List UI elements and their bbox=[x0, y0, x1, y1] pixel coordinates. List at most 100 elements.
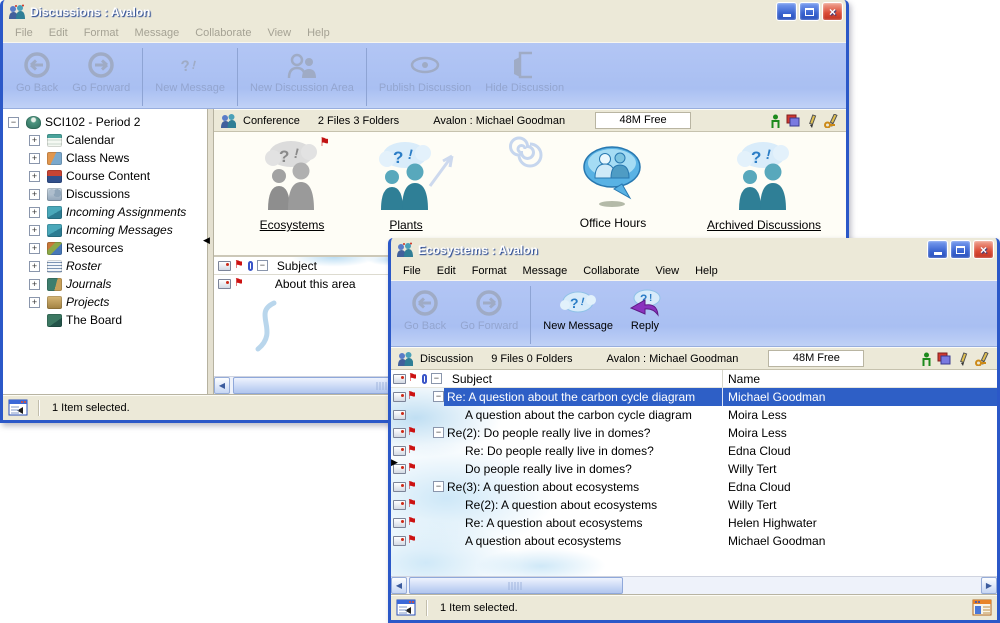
icon-ecosystems[interactable]: ?! ⚑ Ecosystems bbox=[228, 138, 356, 232]
menu-view[interactable]: View bbox=[647, 263, 687, 279]
collapse-pane-arrow[interactable]: ▶ bbox=[391, 457, 398, 468]
titlebar[interactable]: Discussions : Avalon × bbox=[3, 0, 846, 23]
sidebar-item-resources[interactable]: +Resources bbox=[3, 239, 207, 257]
icon-office-hours[interactable]: Office Hours bbox=[540, 142, 686, 230]
view-options-button[interactable] bbox=[972, 599, 992, 616]
column-headers[interactable]: ⚑ − Subject Name bbox=[391, 370, 997, 388]
expand-icon[interactable]: + bbox=[29, 279, 40, 290]
pane-layout-button[interactable] bbox=[8, 399, 28, 416]
horizontal-scrollbar[interactable]: ◀ ▶ bbox=[391, 576, 997, 594]
collapse-icon[interactable]: − bbox=[433, 391, 444, 402]
pane-layout-button[interactable] bbox=[396, 599, 416, 616]
message-row[interactable]: ⚑ A question about ecosystems Michael Go… bbox=[391, 532, 997, 550]
new-message-button[interactable]: ?! New Message bbox=[536, 284, 620, 346]
expand-icon[interactable]: + bbox=[29, 171, 40, 182]
reply-button[interactable]: ?! Reply bbox=[620, 284, 670, 346]
collapse-pane-arrow[interactable]: ◀ bbox=[203, 235, 210, 246]
collapse-icon[interactable]: − bbox=[257, 260, 268, 271]
minimize-button[interactable] bbox=[776, 2, 797, 21]
sidebar-item-discussions[interactable]: +Discussions bbox=[3, 185, 207, 203]
sidebar-item-roster[interactable]: +Roster bbox=[3, 257, 207, 275]
pane-splitter[interactable]: ◀ bbox=[207, 109, 214, 394]
menu-collaborate[interactable]: Collaborate bbox=[187, 25, 259, 41]
menu-format[interactable]: Format bbox=[464, 263, 515, 279]
message-row[interactable]: ⚑ − Re: A question about the carbon cycl… bbox=[391, 388, 997, 406]
close-button[interactable]: × bbox=[822, 2, 843, 21]
edit-pencil-icon[interactable] bbox=[806, 114, 818, 128]
menu-help[interactable]: Help bbox=[687, 263, 726, 279]
column-divider[interactable] bbox=[722, 370, 723, 387]
subject-column-header[interactable]: Subject bbox=[277, 259, 317, 273]
go-back-button[interactable]: Go Back bbox=[9, 46, 65, 108]
permissions-icon[interactable] bbox=[937, 352, 951, 365]
menu-message[interactable]: Message bbox=[127, 25, 188, 41]
menu-message[interactable]: Message bbox=[515, 263, 576, 279]
go-back-button[interactable]: Go Back bbox=[397, 284, 453, 346]
icon-archived-discussions[interactable]: ?! Archived Discussions bbox=[682, 140, 846, 232]
go-forward-button[interactable]: Go Forward bbox=[453, 284, 525, 346]
sidebar-item-projects[interactable]: +Projects bbox=[3, 293, 207, 311]
sidebar-item-incoming-assignments[interactable]: +Incoming Assignments bbox=[3, 203, 207, 221]
message-row[interactable]: ⚑ Re: Do people really live in domes? Ed… bbox=[391, 442, 997, 460]
file-folder-counts: 9 Files 0 Folders bbox=[491, 353, 572, 365]
edit-pencil-icon[interactable] bbox=[957, 352, 969, 366]
message-row[interactable]: ⚑ Re(2): A question about ecosystems Wil… bbox=[391, 496, 997, 514]
expand-icon[interactable]: + bbox=[29, 135, 40, 146]
close-button[interactable]: × bbox=[973, 240, 994, 259]
go-forward-button[interactable]: Go Forward bbox=[65, 46, 137, 108]
expand-icon[interactable]: + bbox=[29, 225, 40, 236]
menu-edit[interactable]: Edit bbox=[429, 263, 464, 279]
expand-icon[interactable]: + bbox=[29, 153, 40, 164]
icon-plants[interactable]: ?! Plants bbox=[360, 140, 452, 232]
expand-icon[interactable]: + bbox=[29, 297, 40, 308]
collapse-icon[interactable]: − bbox=[433, 481, 444, 492]
publish-discussion-button[interactable]: Publish Discussion bbox=[372, 46, 478, 108]
scroll-left-arrow[interactable]: ◀ bbox=[214, 377, 230, 394]
presence-icon[interactable] bbox=[771, 114, 780, 128]
menu-edit[interactable]: Edit bbox=[41, 25, 76, 41]
maximize-button[interactable] bbox=[799, 2, 820, 21]
people-icon bbox=[47, 188, 62, 201]
expand-icon[interactable]: + bbox=[29, 261, 40, 272]
menu-view[interactable]: View bbox=[259, 25, 299, 41]
sidebar-item-incoming-messages[interactable]: +Incoming Messages bbox=[3, 221, 207, 239]
edit-key-icon[interactable] bbox=[824, 114, 840, 128]
message-row[interactable]: A question about the carbon cycle diagra… bbox=[391, 406, 997, 424]
titlebar[interactable]: Ecosystems : Avalon × bbox=[391, 238, 997, 261]
scroll-thumb[interactable] bbox=[409, 577, 623, 594]
menu-file[interactable]: File bbox=[395, 263, 429, 279]
expand-icon[interactable]: + bbox=[29, 189, 40, 200]
new-message-button[interactable]: ?! New Message bbox=[148, 46, 232, 108]
sidebar-item-journals[interactable]: +Journals bbox=[3, 275, 207, 293]
message-row[interactable]: ⚑ − Re(2): Do people really live in dome… bbox=[391, 424, 997, 442]
message-row[interactable]: ⚑ Do people really live in domes? Willy … bbox=[391, 460, 997, 478]
name-column-header[interactable]: Name bbox=[728, 372, 760, 386]
scroll-track[interactable] bbox=[407, 577, 981, 594]
new-discussion-area-button[interactable]: New Discussion Area bbox=[243, 46, 361, 108]
presence-icon[interactable] bbox=[922, 352, 931, 366]
menu-help[interactable]: Help bbox=[299, 25, 338, 41]
message-row[interactable]: ⚑ Re: A question about ecosystems Helen … bbox=[391, 514, 997, 532]
sidebar-item-the-board[interactable]: The Board bbox=[3, 311, 207, 329]
maximize-button[interactable] bbox=[950, 240, 971, 259]
expand-icon[interactable]: + bbox=[29, 207, 40, 218]
minimize-button[interactable] bbox=[927, 240, 948, 259]
sidebar-item-course-content[interactable]: +Course Content bbox=[3, 167, 207, 185]
collapse-icon[interactable]: − bbox=[431, 373, 442, 384]
menu-collaborate[interactable]: Collaborate bbox=[575, 263, 647, 279]
menu-file[interactable]: File bbox=[7, 25, 41, 41]
hide-discussion-button[interactable]: Hide Discussion bbox=[478, 46, 571, 108]
scroll-right-arrow[interactable]: ▶ bbox=[981, 577, 997, 594]
sidebar-item-calendar[interactable]: +Calendar bbox=[3, 131, 207, 149]
collapse-icon[interactable]: − bbox=[433, 427, 444, 438]
sidebar-item-class-news[interactable]: +Class News bbox=[3, 149, 207, 167]
menu-format[interactable]: Format bbox=[76, 25, 127, 41]
permissions-icon[interactable] bbox=[786, 114, 800, 127]
subject-column-header[interactable]: Subject bbox=[452, 372, 492, 386]
edit-key-icon[interactable] bbox=[975, 352, 991, 366]
tree-root-sci102[interactable]: − SCI102 - Period 2 bbox=[3, 113, 207, 131]
collapse-icon[interactable]: − bbox=[8, 117, 19, 128]
message-row[interactable]: ⚑ − Re(3): A question about ecosystems E… bbox=[391, 478, 997, 496]
expand-icon[interactable]: + bbox=[29, 243, 40, 254]
scroll-left-arrow[interactable]: ◀ bbox=[391, 577, 407, 594]
